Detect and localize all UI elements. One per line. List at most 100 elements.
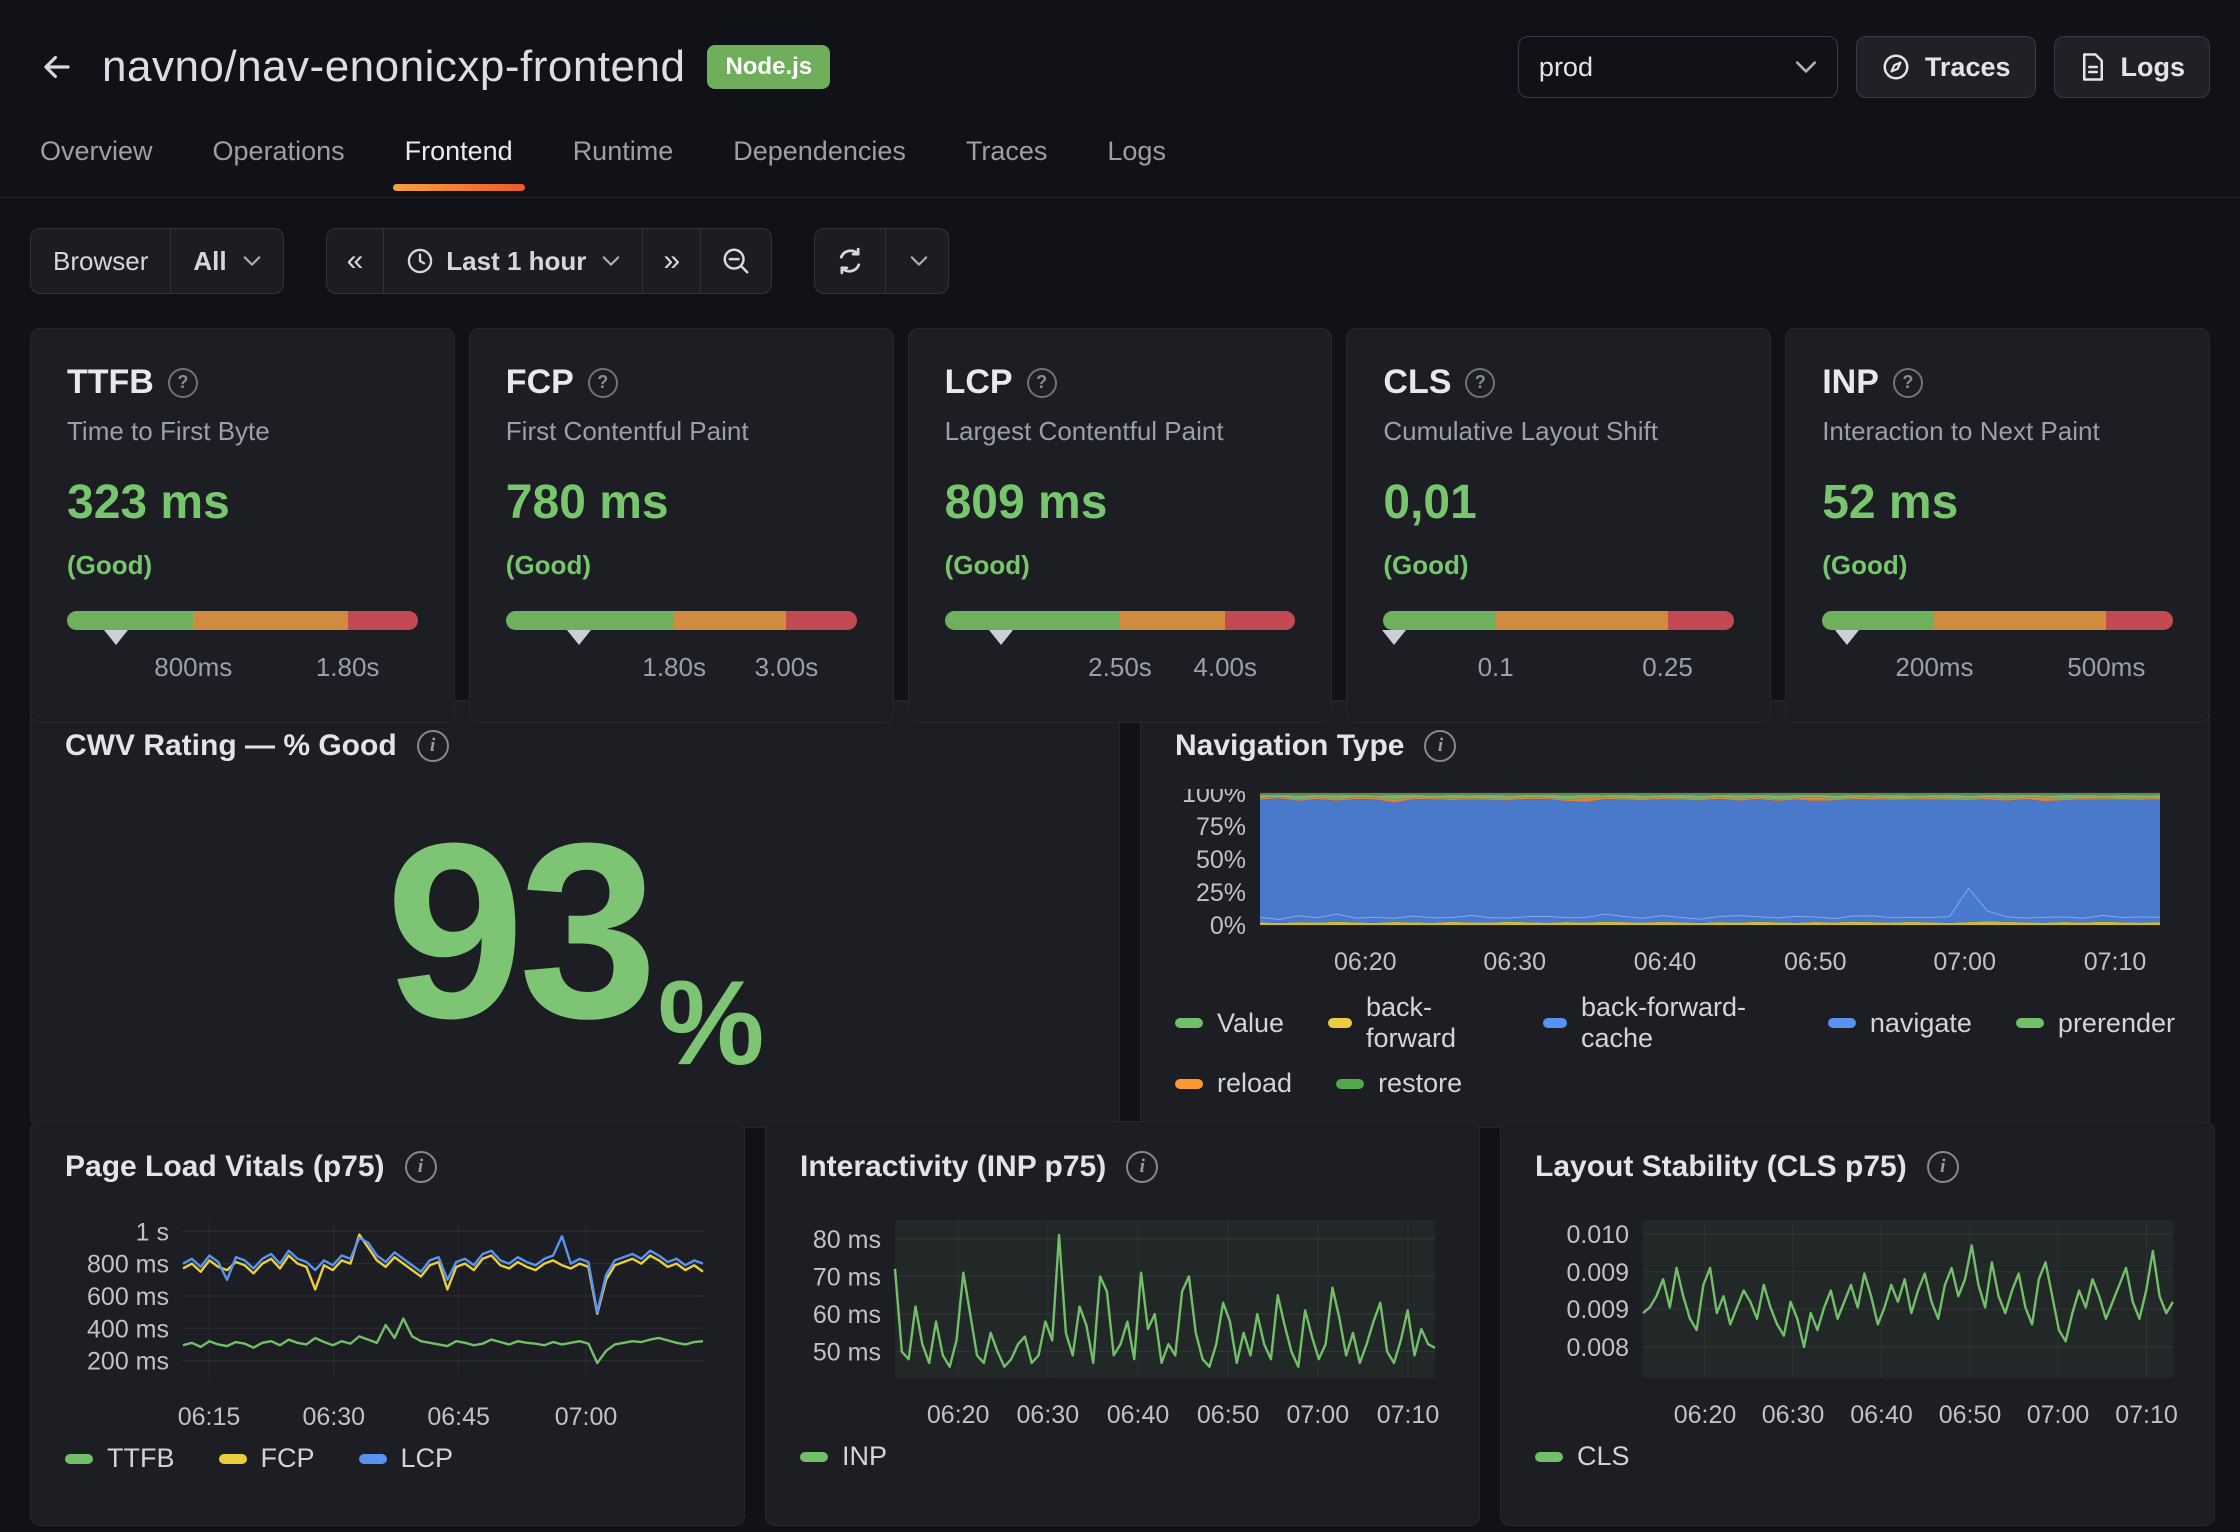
legend-item[interactable]: INP [800, 1441, 887, 1472]
help-icon[interactable]: ? [168, 368, 198, 398]
info-icon[interactable]: i [417, 730, 449, 762]
svg-text:50%: 50% [1196, 846, 1246, 874]
legend-item[interactable]: Value [1175, 992, 1284, 1054]
gauge-threshold-label: 800ms [154, 652, 232, 683]
traces-button-label: Traces [1925, 52, 2011, 83]
info-icon[interactable]: i [1927, 1151, 1959, 1183]
metric-gauge: 1.80s3.00s [506, 611, 857, 688]
svg-text:100%: 100% [1182, 789, 1246, 808]
legend-swatch [1175, 1079, 1203, 1089]
legend-item[interactable]: restore [1336, 1068, 1462, 1099]
svg-text:06:30: 06:30 [1483, 948, 1546, 976]
tab-runtime[interactable]: Runtime [573, 136, 674, 197]
tab-overview[interactable]: Overview [40, 136, 153, 197]
tab-logs[interactable]: Logs [1107, 136, 1166, 197]
legend-label: CLS [1577, 1441, 1630, 1472]
app-header: navno/nav-enonicxp-frontend Node.js prod… [0, 0, 2240, 104]
help-icon[interactable]: ? [1893, 368, 1923, 398]
environment-select[interactable]: prod [1518, 36, 1838, 98]
svg-text:06:30: 06:30 [303, 1403, 366, 1430]
gauge-threshold-label: 200ms [1895, 652, 1973, 683]
legend-swatch [359, 1454, 387, 1464]
web-vitals-cards: TTFB ? Time to First Byte 323 ms (Good) … [30, 328, 2210, 684]
runtime-badge: Node.js [707, 45, 830, 89]
browser-filter-select[interactable]: All [170, 229, 282, 293]
legend-item[interactable]: prerender [2016, 992, 2175, 1054]
svg-text:07:00: 07:00 [555, 1403, 618, 1430]
metric-subtitle: Largest Contentful Paint [945, 416, 1296, 447]
legend-item[interactable]: TTFB [65, 1443, 175, 1474]
gauge-threshold-label: 500ms [2067, 652, 2145, 683]
metric-card-cls: CLS ? Cumulative Layout Shift 0,01 (Good… [1346, 328, 1771, 723]
chevron-down-icon [910, 255, 928, 267]
panel-title: Page Load Vitals (p75) [65, 1150, 385, 1184]
help-icon[interactable]: ? [1027, 368, 1057, 398]
legend-item[interactable]: back-forward-cache [1543, 992, 1784, 1054]
time-range-button[interactable]: Last 1 hour [383, 229, 642, 293]
metric-title: FCP [506, 363, 574, 402]
arrow-left-icon [38, 48, 76, 86]
legend-item[interactable]: FCP [219, 1443, 315, 1474]
logs-button[interactable]: Logs [2054, 36, 2211, 98]
info-icon[interactable]: i [405, 1151, 437, 1183]
svg-text:06:20: 06:20 [1334, 948, 1397, 976]
svg-text:06:20: 06:20 [1674, 1401, 1737, 1428]
layout-stability-chart[interactable]: 0.0100.0090.0090.00806:2006:3006:4006:50… [1535, 1210, 2180, 1428]
tab-traces[interactable]: Traces [966, 136, 1048, 197]
svg-text:0%: 0% [1210, 912, 1246, 940]
legend-item[interactable]: reload [1175, 1068, 1292, 1099]
legend-swatch [1543, 1018, 1567, 1028]
help-icon[interactable]: ? [588, 368, 618, 398]
svg-text:0.009: 0.009 [1566, 1296, 1629, 1324]
svg-text:07:00: 07:00 [1933, 948, 1996, 976]
svg-text:0.008: 0.008 [1566, 1334, 1629, 1362]
metric-title: LCP [945, 363, 1013, 402]
legend-label: prerender [2058, 1008, 2175, 1039]
legend-item[interactable]: back-forward [1328, 992, 1499, 1054]
page-load-vitals-chart[interactable]: 1 s800 ms600 ms400 ms200 ms06:1506:3006:… [65, 1210, 710, 1430]
metric-rating: (Good) [945, 550, 1296, 581]
svg-text:07:10: 07:10 [1377, 1401, 1440, 1428]
time-shift-forward-button[interactable]: » [642, 229, 700, 293]
refresh-control [814, 228, 949, 294]
legend-item[interactable]: navigate [1828, 992, 1972, 1054]
svg-text:06:50: 06:50 [1197, 1401, 1260, 1428]
metric-title: INP [1822, 363, 1879, 402]
interactivity-chart[interactable]: 80 ms70 ms60 ms50 ms06:2006:3006:4006:50… [800, 1210, 1445, 1428]
refresh-interval-select[interactable] [885, 229, 948, 293]
svg-text:80 ms: 80 ms [813, 1226, 881, 1254]
info-icon[interactable]: i [1126, 1151, 1158, 1183]
svg-text:25%: 25% [1196, 879, 1246, 907]
tab-dependencies[interactable]: Dependencies [733, 136, 906, 197]
legend-item[interactable]: CLS [1535, 1441, 1630, 1472]
metric-card-inp: INP ? Interaction to Next Paint 52 ms (G… [1785, 328, 2210, 723]
metric-rating: (Good) [67, 550, 418, 581]
document-icon [2079, 52, 2107, 82]
refresh-button[interactable] [815, 229, 885, 293]
metric-gauge: 0.10.25 [1383, 611, 1734, 688]
help-icon[interactable]: ? [1465, 368, 1495, 398]
legend-item[interactable]: LCP [359, 1443, 454, 1474]
environment-value: prod [1539, 52, 1593, 83]
tab-operations[interactable]: Operations [213, 136, 345, 197]
navigation-type-chart[interactable]: 100%75%50%25%0%06:2006:3006:4006:5007:00… [1175, 789, 2167, 979]
legend-swatch [1328, 1018, 1352, 1028]
svg-text:06:45: 06:45 [427, 1403, 490, 1430]
tab-frontend[interactable]: Frontend [405, 136, 513, 197]
info-icon[interactable]: i [1424, 730, 1456, 762]
svg-text:06:40: 06:40 [1634, 948, 1697, 976]
metric-rating: (Good) [1822, 550, 2173, 581]
legend-label: back-forward-cache [1581, 992, 1784, 1054]
metric-value: 323 ms [67, 475, 418, 530]
legend-swatch [2016, 1018, 2044, 1028]
zoom-out-button[interactable] [700, 229, 771, 293]
cwv-percent-value: 93 [386, 806, 652, 1056]
time-shift-back-button[interactable]: « [327, 229, 384, 293]
traces-button[interactable]: Traces [1856, 36, 2036, 98]
chevron-down-icon [1795, 60, 1817, 74]
navigation-type-panel: Navigation Type i 100%75%50%25%0%06:2006… [1140, 700, 2210, 1128]
back-button[interactable] [38, 48, 76, 86]
browser-filter-value: All [193, 246, 226, 277]
metric-subtitle: First Contentful Paint [506, 416, 857, 447]
panel-title: Navigation Type [1175, 729, 1404, 763]
